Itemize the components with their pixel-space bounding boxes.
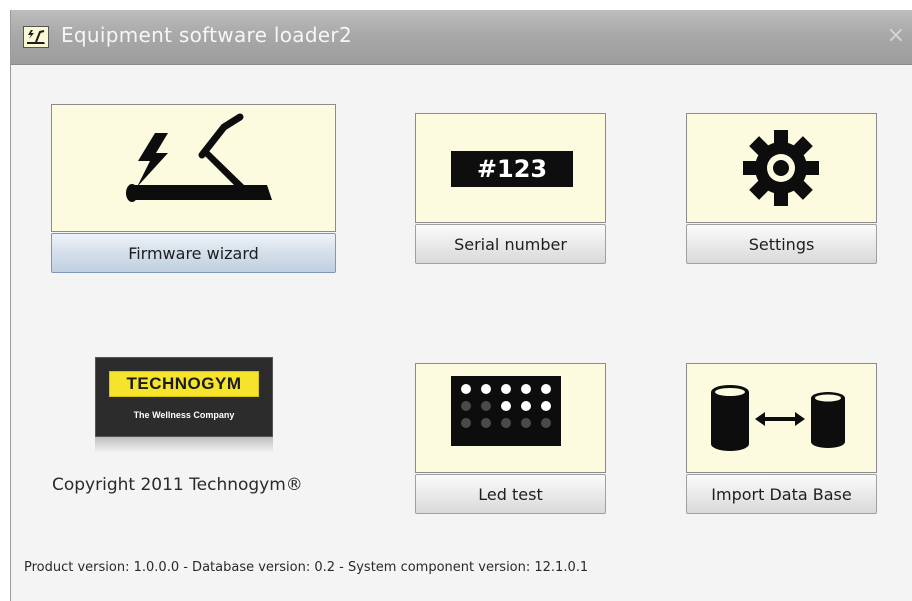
led-test-button[interactable]: Led test bbox=[415, 474, 606, 514]
version-info: Product version: 1.0.0.0 - Database vers… bbox=[24, 560, 589, 575]
window-title: Equipment software loader2 bbox=[61, 23, 352, 47]
led-test-tile[interactable] bbox=[415, 363, 606, 473]
treadmill-app-icon bbox=[23, 26, 49, 48]
led-matrix-icon bbox=[451, 376, 561, 446]
copyright-text: Copyright 2011 Technogym® bbox=[52, 475, 303, 495]
serial-number-button[interactable]: Serial number bbox=[415, 224, 606, 264]
logo-name: TECHNOGYM bbox=[126, 374, 242, 393]
treadmill-icon bbox=[126, 113, 272, 202]
serial-number-display: #123 bbox=[451, 151, 573, 187]
logo-badge: TECHNOGYM bbox=[109, 371, 259, 397]
serial-number-tile[interactable]: #123 bbox=[415, 113, 606, 223]
settings-tile[interactable] bbox=[686, 113, 877, 223]
gear-icon bbox=[743, 130, 819, 206]
import-database-tile[interactable] bbox=[686, 363, 877, 473]
firmware-wizard-button[interactable]: Firmware wizard bbox=[51, 233, 336, 273]
firmware-wizard-tile[interactable] bbox=[51, 104, 336, 232]
title-bar: Equipment software loader2 × bbox=[11, 10, 912, 65]
import-database-button[interactable]: Import Data Base bbox=[686, 474, 877, 514]
database-transfer-icon bbox=[711, 385, 845, 451]
technogym-logo: TECHNOGYM The Wellness Company bbox=[95, 357, 273, 437]
settings-button[interactable]: Settings bbox=[686, 224, 877, 264]
logo-reflection bbox=[95, 437, 273, 453]
logo-tagline: The Wellness Company bbox=[133, 410, 235, 420]
close-icon[interactable]: × bbox=[887, 24, 905, 48]
